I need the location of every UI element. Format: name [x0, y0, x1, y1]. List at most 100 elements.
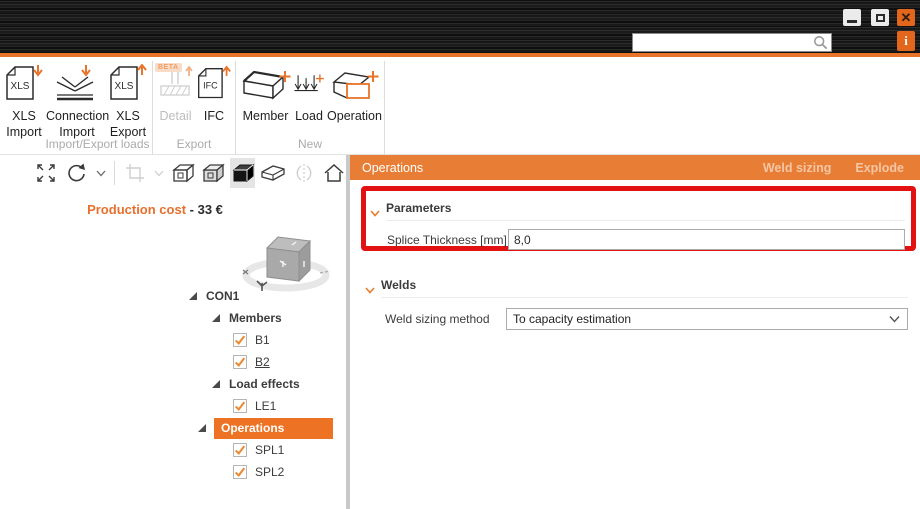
- splice-thickness-input[interactable]: [508, 229, 905, 250]
- welds-section-header[interactable]: Welds: [363, 276, 908, 298]
- tree-node-le1[interactable]: LE1: [185, 395, 333, 417]
- xls-export-button[interactable]: XLS XLS Export: [106, 62, 150, 141]
- connection-import-button[interactable]: Connection Import: [46, 62, 110, 141]
- connection-import-label-line1: Connection: [46, 109, 110, 123]
- xls-import-button[interactable]: XLS XLS Import: [2, 62, 46, 141]
- checkbox-checked[interactable]: [233, 443, 247, 457]
- toolbar-separator: [114, 161, 116, 185]
- tree-node-b2[interactable]: B2: [185, 351, 333, 373]
- chevron-down-icon: [96, 170, 106, 176]
- info-button[interactable]: i: [897, 31, 915, 51]
- operations-panel: Operations Weld sizing Explode Parameter…: [350, 155, 920, 509]
- tree-node-spl1[interactable]: SPL1: [185, 439, 333, 461]
- section-collapse-icon: [370, 210, 380, 217]
- welds-section: Welds Weld sizing method To capacity est…: [363, 276, 908, 330]
- tree-node-operations-selected[interactable]: Operations: [185, 417, 333, 439]
- connection-import-icon: [46, 62, 108, 108]
- checkbox-checked[interactable]: [233, 333, 247, 347]
- tree-node-load-effects[interactable]: Load effects: [185, 373, 333, 395]
- new-operation-button[interactable]: Operation: [326, 62, 383, 124]
- group-label-import-export-loads: Import/Export loads: [45, 137, 150, 151]
- search-input[interactable]: [633, 35, 813, 50]
- chevron-down-icon: [889, 316, 900, 323]
- checkbox-checked[interactable]: [233, 465, 247, 479]
- operation-label: Operation: [327, 109, 382, 123]
- checkmark-icon: [234, 335, 246, 345]
- open-box-icon: [261, 165, 285, 181]
- weld-sizing-method-label: Weld sizing method: [385, 312, 490, 326]
- tree-node-label: B1: [255, 333, 270, 347]
- minimize-icon: [847, 20, 857, 23]
- maximize-button[interactable]: [871, 9, 889, 26]
- project-tree: CON1 Members B1 B2 Load effects LE1 Oper…: [185, 285, 333, 483]
- checkbox-checked[interactable]: [233, 355, 247, 369]
- svg-text:XLS: XLS: [115, 81, 134, 92]
- rotate-options-dropdown[interactable]: [94, 158, 107, 188]
- section-title: Welds: [381, 278, 417, 292]
- ifc-icon: IFC: [196, 62, 232, 108]
- checkmark-icon: [234, 357, 246, 367]
- svg-text:XLS: XLS: [11, 81, 30, 92]
- load-label: Load: [295, 109, 323, 123]
- tree-node-label: SPL2: [255, 465, 285, 479]
- operations-panel-header: Operations Weld sizing Explode: [350, 155, 920, 180]
- parameters-section-header[interactable]: Parameters: [368, 199, 905, 221]
- clipping-button-disabled: [122, 158, 147, 188]
- solid-view-button[interactable]: [230, 158, 256, 188]
- rotate-view-button[interactable]: [64, 158, 89, 188]
- minimize-button[interactable]: [843, 9, 861, 26]
- expander-icon[interactable]: [212, 380, 220, 388]
- shaded-wireframe-view-button[interactable]: [200, 158, 225, 188]
- home-view-button[interactable]: [321, 158, 346, 188]
- tree-node-label: CON1: [206, 289, 240, 303]
- tree-node-label-selected[interactable]: Operations: [214, 417, 333, 439]
- close-button[interactable]: ✕: [897, 9, 915, 26]
- new-member-button[interactable]: Member: [238, 62, 293, 124]
- splice-thickness-label: Splice Thickness [mm]: [387, 232, 507, 247]
- transparent-view-button[interactable]: [260, 158, 286, 188]
- wireframe-cube-icon: [172, 163, 195, 183]
- group-label-export: Export: [176, 137, 212, 151]
- fit-view-icon: [37, 164, 56, 182]
- rotate-view-icon: [68, 163, 86, 182]
- shaded-cube-icon: [202, 163, 225, 183]
- wireframe-view-button[interactable]: [170, 158, 195, 188]
- tree-node-members[interactable]: Members: [185, 307, 333, 329]
- weld-sizing-button[interactable]: Weld sizing: [763, 161, 832, 175]
- checkmark-icon: [234, 445, 246, 455]
- member-icon: [238, 62, 293, 108]
- checkmark-icon: [234, 401, 246, 411]
- group-label-new: New: [297, 137, 322, 151]
- clipping-options-dropdown: [152, 158, 165, 188]
- tree-node-con1[interactable]: CON1: [185, 285, 333, 307]
- detail-icon: BETA: [155, 62, 196, 108]
- production-cost-label: Production cost: [87, 202, 187, 217]
- mirror-icon: [296, 164, 312, 182]
- load-icon: [293, 62, 325, 108]
- search-icon: [813, 35, 828, 50]
- view-toolbar: [0, 155, 346, 191]
- weld-sizing-method-dropdown[interactable]: To capacity estimation: [506, 308, 908, 330]
- clipping-icon: [125, 164, 144, 182]
- production-cost-value: - 33 €: [189, 202, 223, 217]
- mirror-view-button-disabled: [291, 158, 316, 188]
- expander-icon[interactable]: [189, 292, 197, 300]
- tree-node-b1[interactable]: B1: [185, 329, 333, 351]
- ifc-button[interactable]: IFC IFC: [196, 62, 232, 124]
- beta-badge: BETA: [155, 63, 182, 72]
- checkbox-checked[interactable]: [233, 399, 247, 413]
- tree-node-label: SPL1: [255, 443, 285, 457]
- checkmark-icon: [234, 467, 246, 477]
- expander-icon[interactable]: [198, 424, 206, 432]
- fit-view-button[interactable]: [34, 158, 59, 188]
- new-load-button[interactable]: Load: [293, 62, 325, 124]
- titlebar: ✕ i: [0, 0, 920, 57]
- explode-button[interactable]: Explode: [855, 161, 904, 175]
- detail-button: BETA Detail: [155, 62, 196, 124]
- tree-node-spl2[interactable]: SPL2: [185, 461, 333, 483]
- section-title: Parameters: [386, 201, 452, 215]
- xls-export-label-line1: XLS: [116, 109, 140, 123]
- tree-node-label: LE1: [255, 399, 277, 413]
- panel-title: Operations: [362, 160, 424, 175]
- expander-icon[interactable]: [212, 314, 220, 322]
